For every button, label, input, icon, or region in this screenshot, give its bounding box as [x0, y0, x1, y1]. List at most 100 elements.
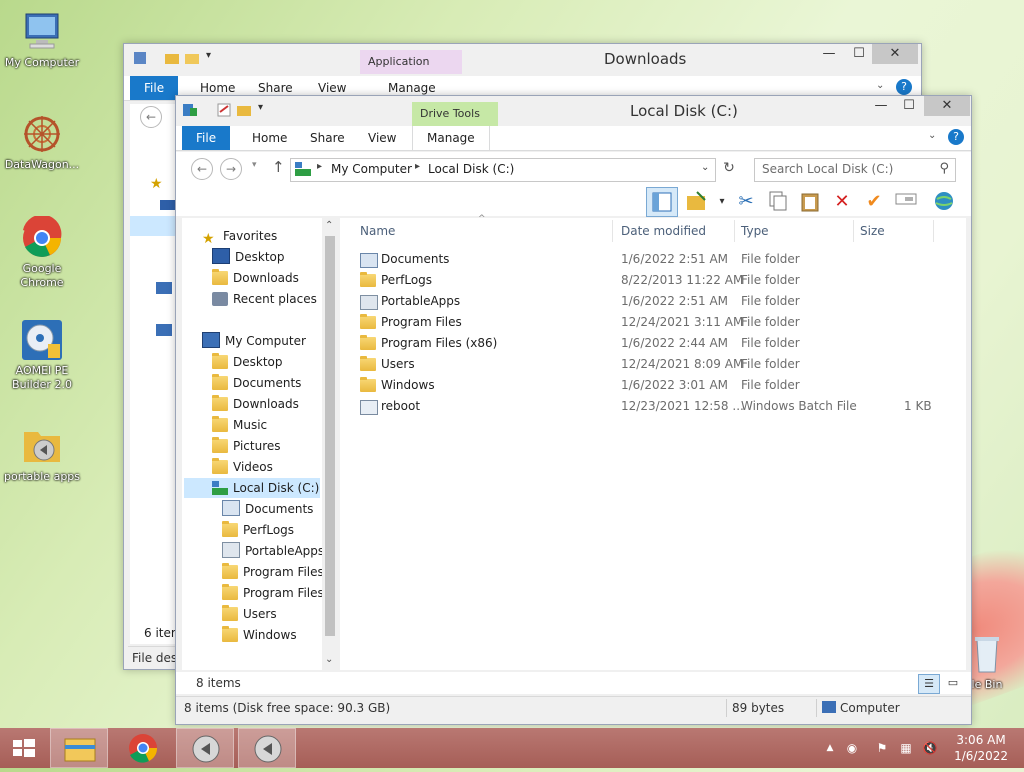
scroll-up-icon[interactable]: ⌃ [325, 220, 333, 231]
tab-share[interactable]: Share [296, 126, 359, 150]
chevron-down-icon[interactable]: ▾ [206, 50, 222, 66]
column-separator[interactable] [933, 220, 934, 242]
action-center-flag-icon[interactable]: ⚑ [874, 740, 890, 756]
window-local-disk[interactable]: ▾ Drive Tools Local Disk (C:) — ☐ ✕ File… [175, 95, 972, 725]
address-bar[interactable]: ▸ My Computer ▸ Local Disk (C:) ⌄ [290, 158, 716, 182]
properties-icon[interactable] [182, 102, 198, 118]
table-row[interactable]: Users 12/24/2021 8:09 AM File folder [340, 354, 966, 375]
scroll-down-icon[interactable]: ⌄ [325, 654, 333, 665]
help-icon[interactable]: ? [948, 129, 964, 145]
selected-item[interactable] [130, 216, 175, 236]
paste-icon[interactable] [798, 190, 822, 214]
column-separator[interactable] [853, 220, 854, 242]
tab-view[interactable]: View [354, 126, 410, 150]
nav-item-users[interactable]: Users [222, 604, 277, 624]
close-button[interactable]: ✕ [924, 96, 970, 116]
scrollbar-thumb[interactable] [325, 236, 335, 636]
table-row[interactable]: PortableApps 1/6/2022 2:51 AM File folde… [340, 291, 966, 312]
properties-icon[interactable] [132, 50, 148, 66]
maximize-button[interactable]: ☐ [844, 44, 874, 64]
nav-item-local-disk[interactable]: Local Disk (C:) [184, 478, 320, 498]
table-row[interactable]: Program Files (x86) 1/6/2022 2:44 AM Fil… [340, 333, 966, 354]
nav-item-pictures[interactable]: Pictures [212, 436, 281, 456]
nav-pane-scrollbar[interactable]: ⌃ ⌄ [322, 218, 338, 670]
folder-options-icon[interactable] [684, 190, 708, 214]
nav-item-music[interactable]: Music [212, 415, 267, 435]
column-header-type[interactable]: Type [741, 218, 769, 244]
start-button[interactable] [0, 728, 48, 768]
breadcrumb-local-disk[interactable]: Local Disk (C:) [428, 162, 514, 176]
taskbar-portable-app-1[interactable] [176, 728, 234, 768]
nav-item-favorites[interactable]: ★ Favorites [202, 226, 277, 247]
desktop-icon-portable-apps[interactable]: portable apps [0, 424, 84, 484]
close-button[interactable]: ✕ [872, 44, 918, 64]
preview-pane-icon[interactable] [646, 187, 678, 217]
checkmark-icon[interactable]: ✔ [862, 190, 886, 214]
chevron-down-icon[interactable]: ⌄ [876, 80, 884, 91]
folder-icon[interactable] [184, 50, 200, 66]
tab-manage[interactable]: Manage [412, 126, 490, 150]
volume-muted-icon[interactable]: 🔇 [922, 740, 938, 756]
new-folder-icon[interactable] [164, 50, 180, 66]
tab-file[interactable]: File [182, 126, 231, 150]
desktop-icon-my-computer[interactable]: My Computer [0, 10, 84, 70]
taskbar-portable-app-2[interactable] [238, 728, 296, 768]
forward-icon[interactable]: → [220, 158, 242, 180]
minimize-button[interactable]: — [814, 44, 844, 64]
globe-icon[interactable] [932, 190, 956, 214]
breadcrumb-my-computer[interactable]: My Computer [331, 162, 412, 176]
nav-item-program-files-x86[interactable]: Program Files ( [222, 583, 322, 603]
search-icon[interactable]: ⚲ [939, 161, 949, 176]
nav-item-perflogs[interactable]: PerfLogs [222, 520, 294, 540]
new-folder-icon[interactable] [236, 102, 252, 118]
help-icon[interactable]: ? [896, 79, 912, 95]
nav-item-my-computer[interactable]: My Computer [202, 331, 306, 351]
cut-icon[interactable]: ✂ [734, 190, 758, 214]
minimize-button[interactable]: — [866, 96, 896, 116]
tab-home[interactable]: Home [238, 126, 301, 150]
chevron-down-icon[interactable]: ▾ [710, 190, 734, 214]
column-header-name[interactable]: Name [360, 218, 395, 244]
large-icons-view-icon[interactable]: ▭ [944, 674, 962, 692]
table-row[interactable]: PerfLogs 8/22/2013 11:22 AM File folder [340, 270, 966, 291]
tab-file[interactable]: File [130, 76, 179, 100]
taskbar-clock[interactable]: 3:06 AM 1/6/2022 [954, 732, 1008, 764]
titlebar[interactable]: ▾ Drive Tools Local Disk (C:) — ☐ ✕ [176, 96, 971, 126]
recent-locations-chevron-icon[interactable]: ▾ [252, 160, 257, 170]
nav-item-desktop[interactable]: Desktop [212, 247, 285, 267]
up-icon[interactable]: ↑ [272, 158, 285, 176]
column-separator[interactable] [612, 220, 613, 242]
table-row[interactable]: Documents 1/6/2022 2:51 AM File folder [340, 249, 966, 270]
back-icon[interactable]: ← [191, 158, 213, 180]
column-header-size[interactable]: Size [860, 218, 885, 244]
table-row[interactable]: Program Files 12/24/2021 3:11 AM File fo… [340, 312, 966, 333]
show-hidden-icons-icon[interactable]: ▲ [822, 740, 838, 756]
nav-item-documents[interactable]: Documents [212, 373, 301, 393]
nav-item-windows[interactable]: Windows [222, 625, 297, 645]
taskbar-chrome[interactable] [114, 728, 172, 768]
refresh-icon[interactable]: ↻ [718, 160, 740, 182]
undo-icon[interactable] [216, 102, 232, 118]
chevron-down-icon[interactable]: ⌄ [928, 130, 936, 141]
column-header-date[interactable]: Date modified [621, 218, 706, 244]
desktop-icon-aomei[interactable]: AOMEI PE Builder 2.0 [0, 318, 84, 392]
steam-tray-icon[interactable]: ◉ [844, 740, 860, 756]
nav-item-c-documents[interactable]: Documents [222, 499, 313, 519]
nav-item-desktop-2[interactable]: Desktop [212, 352, 283, 372]
maximize-button[interactable]: ☐ [894, 96, 924, 116]
nav-item-downloads-2[interactable]: Downloads [212, 394, 299, 414]
network-tray-icon[interactable]: ▦ [898, 740, 914, 756]
details-view-icon[interactable]: ☰ [918, 674, 940, 694]
chevron-down-icon[interactable]: ▾ [258, 102, 274, 118]
table-row[interactable]: Windows 1/6/2022 3:01 AM File folder [340, 375, 966, 396]
column-separator[interactable] [734, 220, 735, 242]
nav-item-downloads[interactable]: Downloads [212, 268, 299, 288]
desktop-icon-google-chrome[interactable]: Google Chrome [0, 214, 84, 290]
delete-icon[interactable]: ✕ [830, 190, 854, 214]
desktop-icon-datawagon[interactable]: DataWagon... [0, 112, 84, 172]
rename-icon[interactable] [894, 190, 918, 214]
back-icon[interactable]: ← [140, 106, 162, 128]
nav-item-videos[interactable]: Videos [212, 457, 273, 477]
search-input[interactable]: Search Local Disk (C:) ⚲ [754, 158, 956, 182]
copy-icon[interactable] [766, 190, 790, 214]
